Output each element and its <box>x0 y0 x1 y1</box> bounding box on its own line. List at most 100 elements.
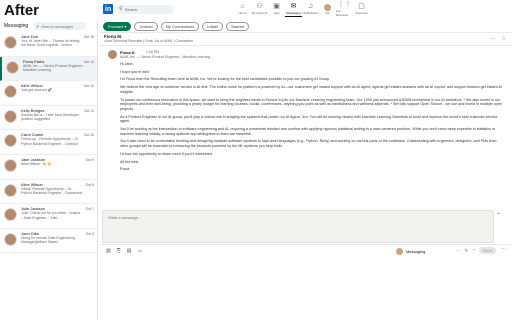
nav-jobs[interactable]: ▣ Jobs <box>268 1 285 17</box>
conversation-item[interactable]: Kelly Bridges Oct 11 Sounds like a... I … <box>0 106 97 131</box>
conversation-snippet: Alice Wilson: 👋 👋 <box>21 161 52 166</box>
top-navigation: in ⚲ Search ⌂ Home ⚇ My Network ▣ Jobs ✉… <box>100 0 512 18</box>
message-paragraph: As a Product Engineer in our AI group, y… <box>120 114 498 124</box>
conversation-item[interactable]: Alice Wilson Oct 13 Just got sourced 🚀 <box>0 81 97 106</box>
message-composer[interactable]: Write a message... <box>102 210 494 243</box>
advertise-icon: ▢ <box>358 3 365 10</box>
bell-icon: ♫ <box>307 3 314 10</box>
avatar <box>4 183 17 197</box>
nav-business-label: For Business <box>336 9 349 17</box>
chevron-up-icon[interactable]: ⌃ <box>472 248 476 254</box>
mini-actions: ··· ✎ ⌃ <box>456 248 476 254</box>
conversation-date: Oct 7 <box>85 207 94 212</box>
avatar-icon <box>324 3 331 11</box>
conversation-item[interactable]: Jane Doe Oct 15 You: Hi Jane! We ... Tha… <box>0 32 97 57</box>
message-time: 1:18 PM <box>146 50 160 54</box>
conversation-date: Oct 9 <box>85 157 94 162</box>
search-icon: ⚲ <box>119 6 123 12</box>
compose-icon[interactable]: ✎ <box>464 248 468 254</box>
conversation-header: Fiona M. Lead Technical Recruiter | Role… <box>100 32 512 46</box>
nav-for-business[interactable]: ⋮⋮ For Business <box>336 1 353 17</box>
message-paragraph: You'll be working at the intersection of… <box>120 127 496 136</box>
page-title: After <box>4 2 40 19</box>
more-options-icon[interactable]: ··· <box>501 246 506 252</box>
conversation-subtitle: Lead Technical Recruiter | Role: 1st in … <box>104 39 194 43</box>
avatar <box>396 247 403 255</box>
header-actions: ··· ☆ <box>491 36 506 42</box>
conversation-item[interactable]: Julie Jackson Oct 7 Julie: Check out for… <box>0 204 97 229</box>
expand-icon[interactable]: ⌃ <box>496 212 501 219</box>
conversation-item[interactable]: Alice Wilson Oct 8 InMail: Remote Opport… <box>0 180 97 205</box>
message-subject: AI/ML Inc. — Senior Product Engineer - M… <box>120 55 211 59</box>
nav-notifications-label: Notifications <box>302 11 319 15</box>
linkedin-logo[interactable]: in <box>103 4 113 14</box>
network-icon: ⚇ <box>256 3 263 10</box>
grid-icon: ⋮⋮ <box>337 1 352 8</box>
message-paragraph: I hope you're well. <box>120 69 150 74</box>
global-search-input[interactable]: ⚲ Search <box>117 4 173 14</box>
avatar <box>4 109 17 123</box>
attachment-icon[interactable]: ⎘ <box>117 248 121 254</box>
mini-messaging-label: Messaging <box>406 248 426 254</box>
conversation-snippet: Hiring for remote Data Engineering Manag… <box>21 235 76 245</box>
message-paragraph: We believe the new age of customer servi… <box>120 85 502 94</box>
filter-focused[interactable]: Focused ▾ <box>103 21 132 31</box>
nav-advertise-label: Advertise <box>355 11 368 15</box>
nav-me-label: Me <box>325 10 330 15</box>
nav-network-label: My Network <box>251 11 268 15</box>
nav-my-network[interactable]: ⚇ My Network <box>251 1 268 17</box>
nav-jobs-label: Jobs <box>273 11 280 15</box>
messaging-header: Messaging ⚲ Search messages <box>0 20 97 32</box>
conversation-date: Oct 8 <box>85 182 94 187</box>
message-filters: Focused ▾ Unread My Connections InMail S… <box>100 20 512 32</box>
composer-placeholder: Write a message... <box>108 215 142 220</box>
conversation-item-selected[interactable]: Fiona Parks Oct 14 AI/ML Inc. — Senior P… <box>0 56 97 82</box>
more-options-icon[interactable]: ··· <box>456 248 461 254</box>
conversation-item[interactable]: Joen Gibs Oct 5 Hiring for remote Data E… <box>0 229 97 254</box>
nav-notifications[interactable]: ♫ Notifications <box>302 1 319 17</box>
avatar <box>4 36 17 49</box>
nav-me[interactable]: Me <box>319 1 336 17</box>
message-thread: Fiona K. 1:18 PM AI/ML Inc. — Senior Pro… <box>100 46 512 214</box>
conversation-date: Oct 5 <box>85 231 94 236</box>
nav-home[interactable]: ⌂ Home <box>234 1 251 17</box>
message-paragraph: All the best, <box>120 159 140 164</box>
message-sender: Fiona K. 1:18 PM AI/ML Inc. — Senior Pro… <box>108 50 504 62</box>
star-icon[interactable]: ☆ <box>502 36 506 42</box>
avatar <box>108 50 117 59</box>
image-icon[interactable]: ▨ <box>106 248 111 254</box>
messaging-sidebar: Messaging ⚲ Search messages Jane Doe Oct… <box>0 20 98 320</box>
avatar <box>4 232 17 246</box>
filter-my-connections[interactable]: My Connections <box>160 21 200 31</box>
filter-starred[interactable]: Starred <box>225 21 250 31</box>
conversation-snippet: AI/ML Inc. — Senior Product Engineer - M… <box>23 63 85 72</box>
conversation-pane: Focused ▾ Unread My Connections InMail S… <box>100 20 512 320</box>
conversation-snippet: You: Hi Jane! We ... Thanks for letting … <box>21 39 80 48</box>
message-paragraph: I'd love the opportunity to share more i… <box>120 151 213 156</box>
page: After in ⚲ Search ⌂ Home ⚇ My Network ▣ … <box>0 0 512 320</box>
conversation-date: Oct 13 <box>83 84 94 89</box>
messaging-minimized-bar[interactable]: Messaging ··· ✎ ⌃ <box>396 246 476 256</box>
gif-icon[interactable]: ▤ <box>127 248 132 254</box>
message-paragraph: Fiona <box>120 167 130 172</box>
conversation-date: Oct 14 <box>83 59 94 64</box>
message-search-input[interactable]: ⚲ Search messages <box>34 22 87 30</box>
nav-advertise[interactable]: ▢ Advertise <box>353 1 370 17</box>
filter-unread[interactable]: Unread <box>134 21 158 31</box>
global-search-placeholder: Search <box>124 6 138 12</box>
avatar <box>4 134 17 148</box>
message-body: Hi Jane, I hope you're well. I'm Fiona f… <box>108 62 504 172</box>
conversation-item[interactable]: Carol Clarke Oct 10 Follow-up - Remote O… <box>0 130 97 155</box>
conversation-item[interactable]: Jake Jackson Oct 9 Alice Wilson: 👋 👋 <box>0 155 97 180</box>
nav-messaging[interactable]: ✉ Messaging <box>285 1 302 17</box>
send-button[interactable]: Send <box>478 247 496 254</box>
conversation-date: Oct 10 <box>83 133 94 138</box>
more-options-icon[interactable]: ··· <box>491 36 496 42</box>
filter-inmail[interactable]: InMail <box>202 21 223 31</box>
emoji-icon[interactable]: ☺ <box>137 248 142 254</box>
message-paragraph: You'll also need to be comfortable build… <box>120 139 497 149</box>
avatar <box>4 208 17 222</box>
conversation-snippet: Julie: Check out for you letter - Ansput… <box>21 211 81 220</box>
messaging-icon: ✉ <box>290 2 297 10</box>
message-paragraph: I'm Fiona from the Recruiting team here … <box>120 77 331 82</box>
